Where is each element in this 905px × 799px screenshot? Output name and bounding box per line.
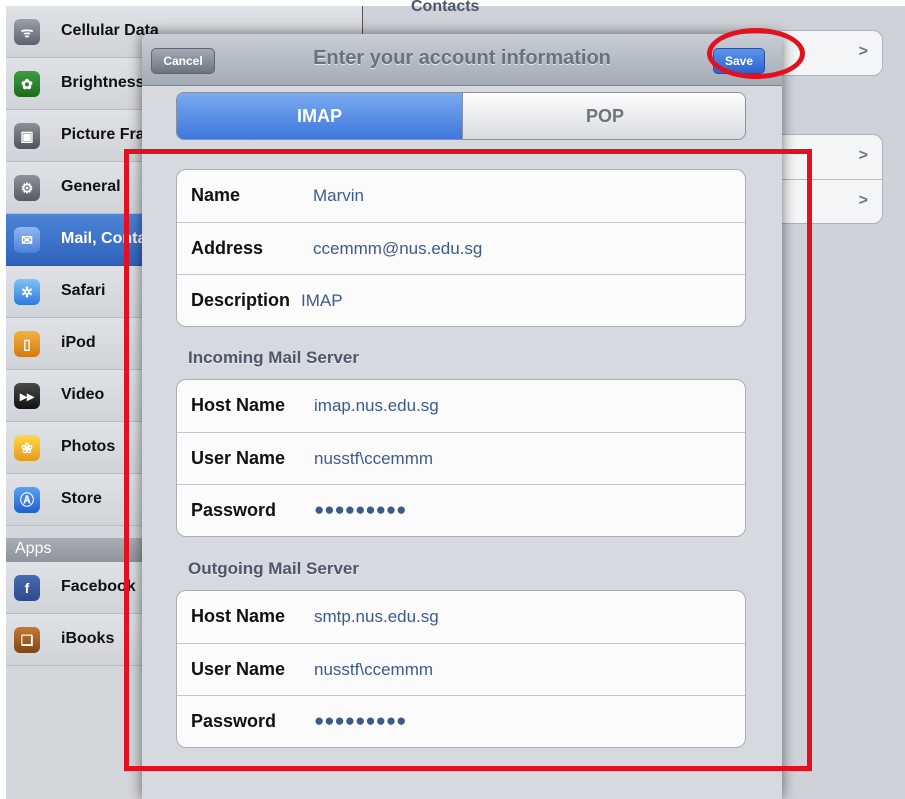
sidebar-item-label: Video [61, 386, 105, 403]
sheet-navbar: Enter your account information Cancel Sa… [142, 34, 782, 86]
video-icon: ▸▸ [14, 383, 40, 409]
contacts-heading: Contacts [411, 0, 480, 15]
sheet-title: Enter your account information [313, 47, 611, 69]
sidebar-item-label: Brightness [61, 74, 145, 91]
apps-section-label: Apps [15, 540, 52, 557]
chevron-right-icon: > [858, 43, 868, 60]
form-highlight-rectangle [124, 149, 812, 771]
facebook-icon: f [14, 575, 40, 601]
cancel-button[interactable]: Cancel [151, 48, 215, 74]
photos-icon: ❀ [14, 435, 40, 461]
safari-icon: ✲ [14, 279, 40, 305]
brightness-icon: ✿ [14, 71, 40, 97]
segment-pop[interactable]: POP [462, 93, 745, 139]
store-icon: Ⓐ [14, 487, 40, 513]
sidebar-item-label: Store [61, 490, 102, 507]
gear-icon: ⚙ [14, 175, 40, 201]
sidebar-item-label: iPod [61, 334, 96, 351]
sidebar-item-label: General [61, 178, 121, 195]
sidebar-item-label: iBooks [61, 630, 115, 647]
segment-imap[interactable]: IMAP [177, 93, 462, 139]
sidebar-item-label: Photos [61, 438, 116, 455]
picture-frame-icon: ▣ [14, 123, 40, 149]
ibooks-icon: ❑ [14, 627, 40, 653]
cellular-icon: ᯤ [14, 19, 40, 45]
sidebar-item-label: Safari [61, 282, 106, 299]
ipod-icon: ▯ [14, 331, 40, 357]
protocol-segmented-control: IMAP POP [176, 92, 746, 140]
mail-icon: ✉ [14, 227, 40, 253]
chevron-right-icon: > [858, 192, 868, 209]
chevron-right-icon: > [858, 147, 868, 164]
save-highlight-ellipse [707, 28, 805, 79]
